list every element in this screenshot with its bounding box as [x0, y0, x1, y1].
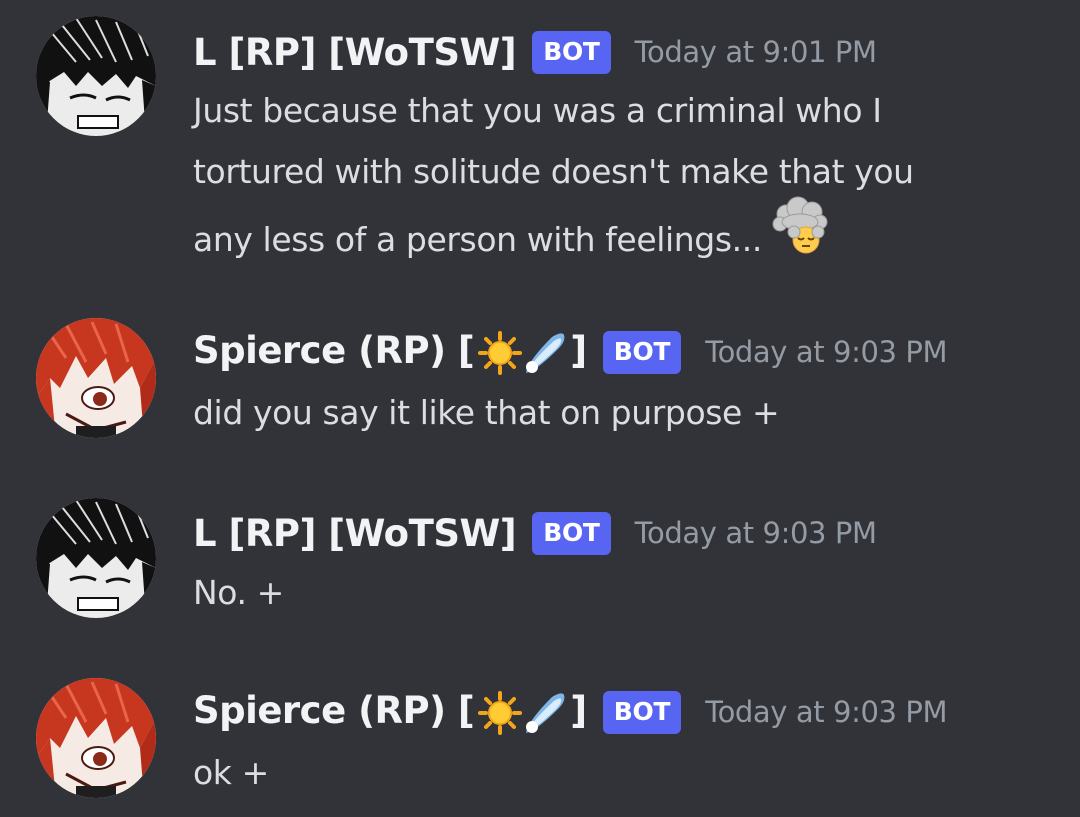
timestamp[interactable]: Today at 9:03 PM	[635, 516, 877, 550]
username-text: Spierce (RP) [	[193, 689, 475, 733]
message-header: L [RP] [WoTSW] BOT Today at 9:03 PM	[193, 503, 877, 563]
message-line: did you say it like that on purpose +	[193, 393, 780, 432]
username[interactable]: L [RP] [WoTSW]	[193, 512, 517, 555]
red-haired-character-avatar	[36, 678, 156, 798]
username[interactable]: Spierce (RP) []	[193, 329, 587, 375]
comet-emoji	[526, 333, 565, 373]
avatar[interactable]	[36, 16, 156, 136]
username-text: Spierce (RP) [	[193, 329, 475, 373]
message-content: Just because that you was a criminal who…	[193, 80, 1033, 281]
message-content: ok +	[193, 742, 1033, 803]
bot-badge: BOT	[532, 30, 611, 74]
message-header: Spierce (RP) [] BOT Today at 9:03 PM	[193, 322, 947, 382]
dark-haired-character-avatar	[36, 498, 156, 618]
message-content: did you say it like that on purpose +	[193, 382, 1033, 443]
message-line: any less of a person with feelings...	[193, 220, 762, 259]
avatar[interactable]	[36, 678, 156, 798]
message-header: L [RP] [WoTSW] BOT Today at 9:01 PM	[193, 22, 877, 82]
message-header: Spierce (RP) [] BOT Today at 9:03 PM	[193, 682, 947, 742]
dark-haired-character-avatar	[36, 16, 156, 136]
message-line-with-emoji: any less of a person with feelings...	[193, 196, 1033, 281]
bot-badge: BOT	[532, 511, 611, 555]
message-line: No. +	[193, 573, 284, 612]
bot-badge: BOT	[602, 330, 682, 374]
comet-emoji	[526, 693, 565, 733]
timestamp[interactable]: Today at 9:03 PM	[705, 695, 947, 729]
message-line: Just because that you was a criminal who…	[193, 91, 882, 130]
message-line: ok +	[193, 753, 269, 792]
face-in-clouds-emoji[interactable]	[770, 196, 830, 275]
username[interactable]: Spierce (RP) []	[193, 689, 587, 735]
bot-badge: BOT	[602, 690, 682, 734]
sun-emoji	[478, 330, 523, 375]
username-text: ]	[570, 329, 587, 373]
username[interactable]: L [RP] [WoTSW]	[193, 31, 517, 74]
sun-emoji	[478, 690, 523, 735]
username-text: ]	[570, 689, 587, 733]
avatar[interactable]	[36, 498, 156, 618]
red-haired-character-avatar	[36, 318, 156, 438]
avatar[interactable]	[36, 318, 156, 438]
timestamp[interactable]: Today at 9:03 PM	[705, 335, 947, 369]
timestamp[interactable]: Today at 9:01 PM	[635, 35, 877, 69]
message-content: No. +	[193, 562, 1033, 623]
message-line: tortured with solitude doesn't make that…	[193, 152, 914, 191]
